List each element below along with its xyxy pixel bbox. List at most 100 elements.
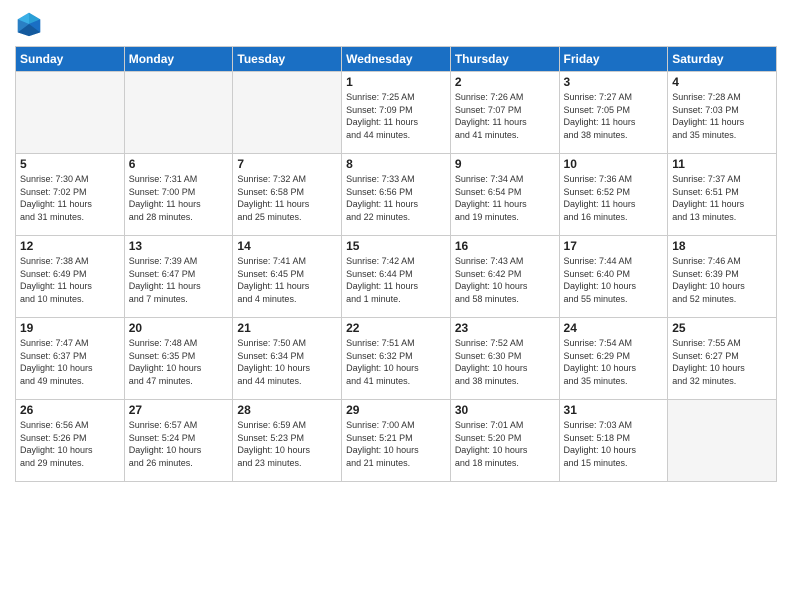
day-number: 29 [346,403,446,417]
calendar-cell: 1 Sunrise: 7:25 AM Sunset: 7:09 PM Daylig… [342,72,451,154]
day-number: 9 [455,157,555,171]
weekday-header: Saturday [668,47,777,72]
calendar-cell: 12 Sunrise: 7:38 AM Sunset: 6:49 PM Dayli… [16,236,125,318]
logo-icon [15,10,43,38]
day-number: 5 [20,157,120,171]
day-info: Sunrise: 7:00 AM Sunset: 5:21 PM Dayligh… [346,419,446,469]
weekday-header: Friday [559,47,668,72]
day-number: 3 [564,75,664,89]
day-number: 19 [20,321,120,335]
weekday-header: Tuesday [233,47,342,72]
day-info: Sunrise: 7:01 AM Sunset: 5:20 PM Dayligh… [455,419,555,469]
day-info: Sunrise: 7:28 AM Sunset: 7:03 PM Dayligh… [672,91,772,141]
calendar-cell: 23Sunrise: 7:52 AM Sunset: 6:30 PM Dayli… [450,318,559,400]
day-info: Sunrise: 7:55 AM Sunset: 6:27 PM Dayligh… [672,337,772,387]
day-info: Sunrise: 7:41 AM Sunset: 6:45 PM Dayligh… [237,255,337,305]
day-number: 15 [346,239,446,253]
day-number: 31 [564,403,664,417]
calendar-cell: 18 Sunrise: 7:46 AM Sunset: 6:39 PM Dayli… [668,236,777,318]
day-number: 26 [20,403,120,417]
calendar-cell: 31 Sunrise: 7:03 AM Sunset: 5:18 PM Dayli… [559,400,668,482]
calendar-cell [16,72,125,154]
day-number: 23 [455,321,555,335]
calendar-cell: 20 Sunrise: 7:48 AM Sunset: 6:35 PM Dayli… [124,318,233,400]
calendar-cell: 29 Sunrise: 7:00 AM Sunset: 5:21 PM Dayli… [342,400,451,482]
day-number: 4 [672,75,772,89]
weekday-header: Sunday [16,47,125,72]
calendar-week-row: 1 Sunrise: 7:25 AM Sunset: 7:09 PM Daylig… [16,72,777,154]
day-number: 6 [129,157,229,171]
day-number: 21 [237,321,337,335]
header [15,10,777,38]
day-number: 28 [237,403,337,417]
calendar-cell: 2Sunrise: 7:26 AM Sunset: 7:07 PM Daylig… [450,72,559,154]
day-number: 30 [455,403,555,417]
calendar-cell: 28Sunrise: 6:59 AM Sunset: 5:23 PM Dayli… [233,400,342,482]
calendar-cell [668,400,777,482]
day-info: Sunrise: 7:31 AM Sunset: 7:00 PM Dayligh… [129,173,229,223]
calendar-cell: 21 Sunrise: 7:50 AM Sunset: 6:34 PM Dayli… [233,318,342,400]
calendar-cell: 11 Sunrise: 7:37 AM Sunset: 6:51 PM Dayli… [668,154,777,236]
day-info: Sunrise: 7:51 AM Sunset: 6:32 PM Dayligh… [346,337,446,387]
day-number: 16 [455,239,555,253]
day-number: 11 [672,157,772,171]
weekday-header: Wednesday [342,47,451,72]
day-info: Sunrise: 7:30 AM Sunset: 7:02 PM Dayligh… [20,173,120,223]
calendar-cell: 15 Sunrise: 7:42 AM Sunset: 6:44 PM Dayli… [342,236,451,318]
calendar-table: SundayMondayTuesdayWednesdayThursdayFrid… [15,46,777,482]
calendar-cell: 9Sunrise: 7:34 AM Sunset: 6:54 PM Daylig… [450,154,559,236]
calendar-cell: 22 Sunrise: 7:51 AM Sunset: 6:32 PM Dayli… [342,318,451,400]
calendar-cell: 10 Sunrise: 7:36 AM Sunset: 6:52 PM Dayli… [559,154,668,236]
day-info: Sunrise: 6:57 AM Sunset: 5:24 PM Dayligh… [129,419,229,469]
calendar-cell [233,72,342,154]
calendar-cell: 26 Sunrise: 6:56 AM Sunset: 5:26 PM Dayli… [16,400,125,482]
day-info: Sunrise: 7:43 AM Sunset: 6:42 PM Dayligh… [455,255,555,305]
day-info: Sunrise: 7:46 AM Sunset: 6:39 PM Dayligh… [672,255,772,305]
day-info: Sunrise: 7:27 AM Sunset: 7:05 PM Dayligh… [564,91,664,141]
day-info: Sunrise: 7:50 AM Sunset: 6:34 PM Dayligh… [237,337,337,387]
logo [15,10,47,38]
day-info: Sunrise: 7:47 AM Sunset: 6:37 PM Dayligh… [20,337,120,387]
day-info: Sunrise: 7:54 AM Sunset: 6:29 PM Dayligh… [564,337,664,387]
calendar-week-row: 12 Sunrise: 7:38 AM Sunset: 6:49 PM Dayli… [16,236,777,318]
day-number: 12 [20,239,120,253]
weekday-header: Monday [124,47,233,72]
day-info: Sunrise: 7:25 AM Sunset: 7:09 PM Dayligh… [346,91,446,141]
day-info: Sunrise: 7:33 AM Sunset: 6:56 PM Dayligh… [346,173,446,223]
calendar-cell: 13 Sunrise: 7:39 AM Sunset: 6:47 PM Dayli… [124,236,233,318]
calendar-cell: 7 Sunrise: 7:32 AM Sunset: 6:58 PM Daylig… [233,154,342,236]
calendar-week-row: 19 Sunrise: 7:47 AM Sunset: 6:37 PM Dayli… [16,318,777,400]
calendar-cell: 5 Sunrise: 7:30 AM Sunset: 7:02 PM Daylig… [16,154,125,236]
calendar-cell: 19 Sunrise: 7:47 AM Sunset: 6:37 PM Dayli… [16,318,125,400]
day-info: Sunrise: 6:56 AM Sunset: 5:26 PM Dayligh… [20,419,120,469]
page: SundayMondayTuesdayWednesdayThursdayFrid… [0,0,792,612]
day-number: 18 [672,239,772,253]
day-number: 27 [129,403,229,417]
day-info: Sunrise: 7:37 AM Sunset: 6:51 PM Dayligh… [672,173,772,223]
day-number: 25 [672,321,772,335]
calendar-cell: 24Sunrise: 7:54 AM Sunset: 6:29 PM Dayli… [559,318,668,400]
day-number: 7 [237,157,337,171]
day-number: 22 [346,321,446,335]
day-info: Sunrise: 7:42 AM Sunset: 6:44 PM Dayligh… [346,255,446,305]
day-info: Sunrise: 7:48 AM Sunset: 6:35 PM Dayligh… [129,337,229,387]
day-number: 10 [564,157,664,171]
day-info: Sunrise: 7:26 AM Sunset: 7:07 PM Dayligh… [455,91,555,141]
day-info: Sunrise: 7:32 AM Sunset: 6:58 PM Dayligh… [237,173,337,223]
day-info: Sunrise: 7:39 AM Sunset: 6:47 PM Dayligh… [129,255,229,305]
day-info: Sunrise: 7:36 AM Sunset: 6:52 PM Dayligh… [564,173,664,223]
calendar-week-row: 26 Sunrise: 6:56 AM Sunset: 5:26 PM Dayli… [16,400,777,482]
day-number: 13 [129,239,229,253]
day-info: Sunrise: 7:03 AM Sunset: 5:18 PM Dayligh… [564,419,664,469]
calendar-cell: 8Sunrise: 7:33 AM Sunset: 6:56 PM Daylig… [342,154,451,236]
day-number: 1 [346,75,446,89]
calendar-cell: 25 Sunrise: 7:55 AM Sunset: 6:27 PM Dayli… [668,318,777,400]
calendar-cell: 6 Sunrise: 7:31 AM Sunset: 7:00 PM Daylig… [124,154,233,236]
calendar-cell: 27 Sunrise: 6:57 AM Sunset: 5:24 PM Dayli… [124,400,233,482]
day-number: 14 [237,239,337,253]
calendar-cell [124,72,233,154]
day-info: Sunrise: 7:38 AM Sunset: 6:49 PM Dayligh… [20,255,120,305]
calendar-cell: 30 Sunrise: 7:01 AM Sunset: 5:20 PM Dayli… [450,400,559,482]
calendar-cell: 4 Sunrise: 7:28 AM Sunset: 7:03 PM Daylig… [668,72,777,154]
day-number: 20 [129,321,229,335]
